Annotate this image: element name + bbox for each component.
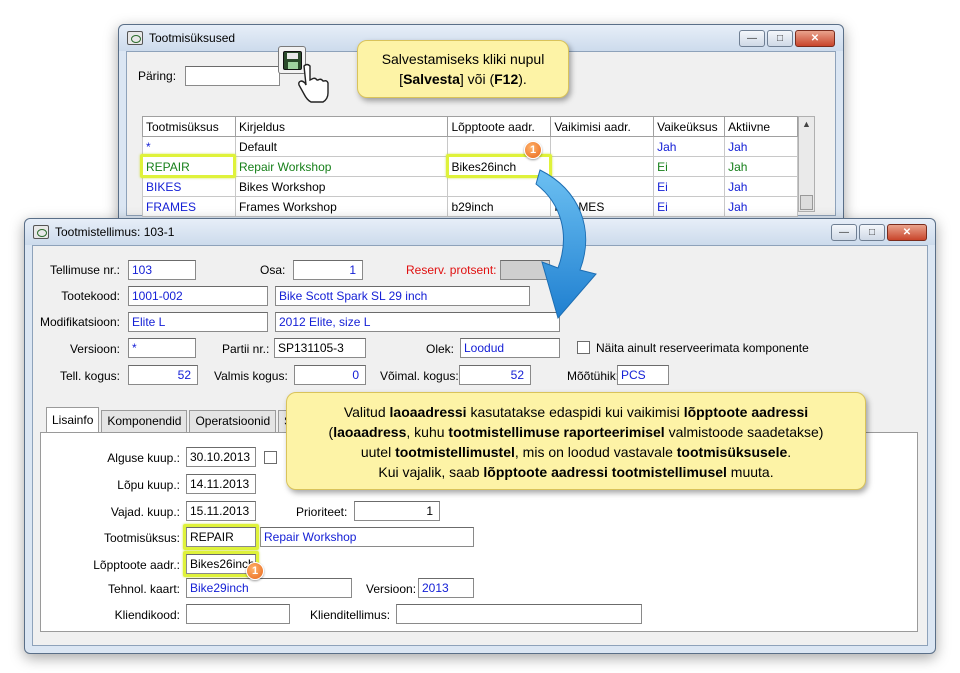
customer-order-field[interactable] — [396, 604, 642, 624]
show-unreserved-checkbox[interactable] — [577, 341, 590, 354]
info-callout-line1: Valitud laoaadressi kasutatakse edaspidi… — [343, 404, 809, 420]
modification-label: Modifikatsioon: — [39, 315, 120, 329]
order-qty-label: Tell. kogus: — [59, 369, 120, 383]
minimize-icon[interactable]: — — [831, 224, 857, 241]
need-date-field[interactable]: 15.11.2013 — [186, 501, 256, 521]
possible-qty-field: 52 — [459, 365, 531, 385]
reserv-label: Reserv. protsent: — [406, 263, 497, 277]
end-date-field[interactable]: 14.11.2013 — [186, 474, 256, 494]
tab-strip: Lisainfo Komponendid Operatsioonid Se — [46, 407, 307, 432]
scroll-thumb[interactable] — [800, 195, 813, 210]
customer-code-label: Kliendikood: — [114, 608, 180, 622]
maximize-icon[interactable]: □ — [859, 224, 885, 241]
window-title: Tootmistellimus: 103-1 — [55, 225, 175, 239]
curved-arrow-icon — [535, 169, 597, 320]
highlight-repair-cell — [140, 154, 236, 178]
batch-label: Partii nr.: — [222, 342, 270, 356]
column-header[interactable]: Vaikimisi aadr. — [550, 116, 655, 137]
highlight-prod-unit — [183, 524, 259, 550]
table-row[interactable]: BIKES Bikes Workshop Ei Jah — [142, 176, 798, 197]
column-header[interactable]: Vaikeüksus — [653, 116, 726, 137]
app-icon — [33, 225, 49, 239]
customer-order-label: Klienditellimus: — [310, 608, 391, 622]
query-input[interactable] — [185, 66, 280, 86]
prod-unit-name-field: Repair Workshop — [260, 527, 474, 547]
start-date-checkbox[interactable] — [264, 451, 277, 464]
tab-komponendid[interactable]: Komponendid — [101, 410, 188, 432]
order-qty-field[interactable]: 52 — [128, 365, 198, 385]
tech-card-label: Tehnol. kaart: — [107, 582, 180, 596]
customer-code-field[interactable] — [186, 604, 290, 624]
info-callout-line4: Kui vajalik, saab lõpptoote aadressi too… — [378, 464, 774, 480]
step-badge-bottom: 1 — [246, 562, 264, 580]
item-code-label: Tootekood: — [61, 289, 120, 303]
save-callout-line1: Salvestamiseks kliki nupul — [381, 51, 545, 67]
end-date-label: Lõpu kuup.: — [117, 478, 180, 492]
status-label: Olek: — [426, 342, 455, 356]
info-callout-line3: uutel tootmistellimustel, mis on loodud … — [360, 444, 792, 460]
save-callout: Salvestamiseks kliki nupul [Salvesta] võ… — [357, 40, 569, 98]
priority-label: Prioriteet: — [296, 505, 348, 519]
item-code-field[interactable]: 1001-002 — [128, 286, 268, 306]
tech-card-field[interactable]: Bike29inch — [186, 578, 352, 598]
table-scrollbar[interactable]: ▲ — [798, 116, 815, 212]
hand-cursor-icon — [298, 63, 329, 103]
item-name-field: Bike Scott Spark SL 29 inch — [275, 286, 530, 306]
query-label: Päring: — [138, 69, 177, 83]
done-qty-label: Valmis kogus: — [214, 369, 288, 383]
start-date-field[interactable]: 30.10.2013 — [186, 447, 256, 467]
tab-version-field[interactable]: 2013 — [418, 578, 474, 598]
tab-lisainfo[interactable]: Lisainfo — [46, 407, 100, 432]
save-callout-line2: [Salvesta] või (F12). — [399, 71, 527, 87]
maximize-icon[interactable]: □ — [767, 30, 793, 47]
part-field[interactable]: 1 — [293, 260, 363, 280]
batch-field[interactable]: SP131105-3 — [274, 338, 366, 358]
unit-label: Mõõtühik: — [567, 369, 620, 383]
info-callout-line2: (laoaadress, kuhu tootmistellimuse rapor… — [328, 424, 824, 440]
version-field[interactable]: * — [128, 338, 196, 358]
prod-unit-label: Tootmisüksus: — [103, 531, 180, 545]
column-header[interactable]: Tootmisüksus — [142, 116, 236, 137]
order-no-label: Tellimuse nr.: — [49, 263, 120, 277]
end-addr-label: Lõpptoote aadr.: — [93, 558, 180, 572]
table-row[interactable]: FRAMES Frames Workshop b29inch FRAMES Ei… — [142, 196, 798, 217]
close-icon[interactable]: ✕ — [887, 224, 927, 241]
column-header[interactable]: Kirjeldus — [234, 116, 449, 137]
version-label: Versioon: — [69, 342, 120, 356]
tab-operatsioonid[interactable]: Operatsioonid — [189, 410, 277, 432]
order-no-field[interactable]: 103 — [128, 260, 196, 280]
column-header[interactable]: Lõpptoote aadr. — [447, 116, 552, 137]
production-order-titlebar: Tootmistellimus: 103-1 — □ ✕ — [25, 219, 935, 245]
close-icon[interactable]: ✕ — [795, 30, 835, 47]
unit-field[interactable]: PCS — [617, 365, 669, 385]
status-field[interactable]: Loodud — [460, 338, 560, 358]
tab-version-label: Versioon: — [366, 582, 417, 596]
part-label: Osa: — [260, 263, 286, 277]
column-header[interactable]: Aktiivne — [724, 116, 798, 137]
start-date-label: Alguse kuup.: — [107, 451, 180, 465]
window-title: Tootmisüksused — [149, 31, 236, 45]
priority-field[interactable]: 1 — [354, 501, 440, 521]
modification-field[interactable]: Elite L — [128, 312, 268, 332]
done-qty-field: 0 — [294, 365, 366, 385]
possible-qty-label: Võimal. kogus: — [380, 369, 459, 383]
app-icon — [127, 31, 143, 45]
minimize-icon[interactable]: — — [739, 30, 765, 47]
show-unreserved-label: Näita ainult reserveerimata komponente — [596, 341, 809, 355]
scroll-up-icon[interactable]: ▲ — [802, 119, 811, 129]
info-callout: Valitud laoaadressi kasutatakse edaspidi… — [286, 392, 866, 490]
need-date-label: Vajad. kuup.: — [110, 505, 180, 519]
